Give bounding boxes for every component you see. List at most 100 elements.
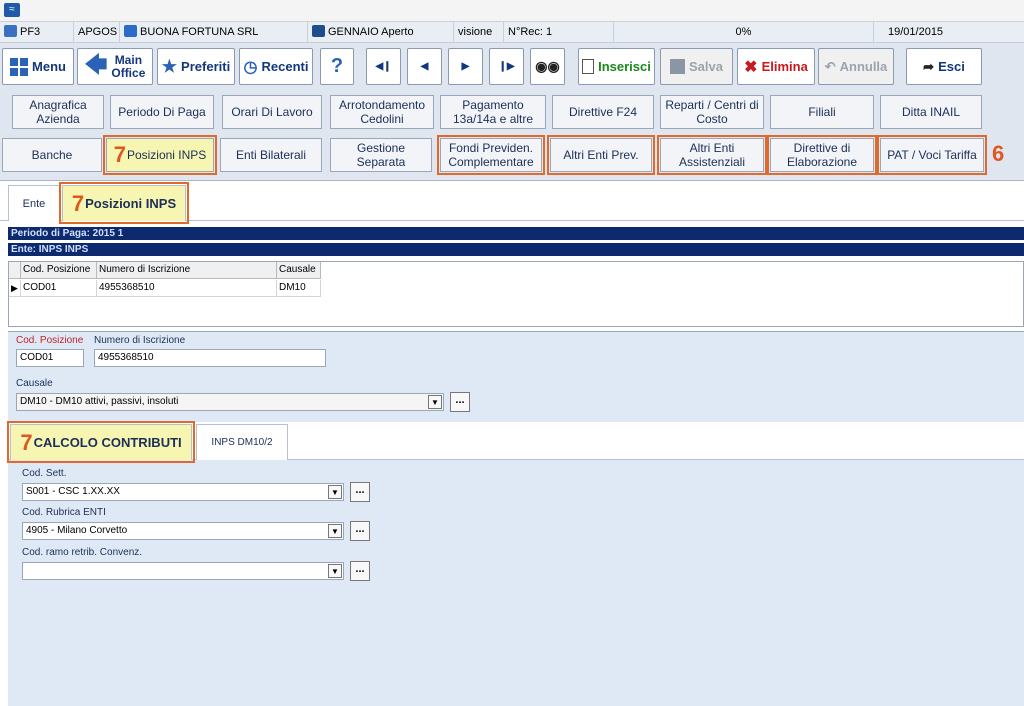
recenti-button[interactable]: ◷ Recenti: [239, 48, 313, 85]
next-record-button[interactable]: ▶: [448, 48, 483, 85]
home-icon: [124, 25, 137, 37]
last-record-button[interactable]: ❙▶: [489, 48, 524, 85]
ramo-lookup-button[interactable]: ...: [350, 561, 370, 581]
status-nrec: N°Rec: 1: [504, 22, 614, 43]
rubrica-select[interactable]: 4905 - Milano Corvetto ▼: [22, 522, 344, 540]
status-user: PF3: [0, 22, 74, 43]
prev-record-button[interactable]: ◀: [407, 48, 442, 85]
main-toolbar: Menu 🡄 Main Office ★ Preferiti ◷ Recenti …: [0, 43, 1024, 93]
direttive-f24-button[interactable]: Direttive F24: [552, 95, 654, 129]
cod-posizione-input[interactable]: COD01: [16, 349, 84, 367]
numero-iscrizione-input[interactable]: 4955368510: [94, 349, 326, 367]
cod-posizione-label: Cod. Posizione: [16, 335, 84, 346]
causale-lookup-button[interactable]: ...: [450, 392, 470, 412]
causale-select[interactable]: DM10 - DM10 attivi, passivi, insoluti ▼: [16, 393, 444, 411]
ramo-label: Cod. ramo retrib. Convenz.: [22, 547, 143, 558]
back-arrow-icon: 🡄: [84, 51, 108, 77]
binoculars-icon: ◉◉: [535, 58, 560, 74]
tab-ente[interactable]: Ente: [8, 185, 60, 221]
anagrafica-azienda-button[interactable]: Anagrafica Azienda: [12, 95, 104, 129]
causale-label: Causale: [16, 378, 53, 389]
posizioni-inps-button[interactable]: 7 Posizioni INPS: [103, 135, 217, 175]
floppy-disk-icon: [670, 59, 685, 74]
ente-bar: Ente: INPS INPS: [8, 243, 1024, 256]
chevron-down-icon: ▼: [328, 564, 342, 578]
first-record-button[interactable]: ◀❙: [366, 48, 401, 85]
first-icon: ◀❙: [375, 61, 392, 72]
tab-strip: Ente 7 Posizioni INPS: [0, 181, 1024, 224]
numero-iscrizione-label: Numero di Iscrizione: [94, 335, 186, 346]
fondi-previden-button[interactable]: Fondi Previden. Complementare: [437, 135, 545, 175]
tab-posizioni-inps[interactable]: 7 Posizioni INPS: [59, 182, 189, 224]
status-progress: 0%: [614, 22, 874, 43]
new-document-icon: [582, 59, 595, 74]
table-row-cell-cod[interactable]: COD01: [21, 280, 97, 297]
cod-sett-select[interactable]: S001 - CSC 1.XX.XX ▼: [22, 483, 344, 501]
annotation-six: 6: [992, 141, 1005, 166]
status-period: GENNAIO Aperto: [308, 22, 454, 43]
grid-header-numero: Numero di Iscrizione: [97, 262, 277, 279]
window-titlebar: ≈: [0, 0, 1024, 22]
reparti-button[interactable]: Reparti / Centri di Costo: [660, 95, 764, 129]
arrotondamento-button[interactable]: Arrotondamento Cedolini: [330, 95, 434, 129]
inserisci-button[interactable]: Inserisci: [578, 48, 655, 85]
main-office-button[interactable]: 🡄 Main Office: [77, 48, 153, 85]
altri-enti-prev-button[interactable]: Altri Enti Prev.: [547, 135, 655, 175]
delete-x-icon: ✖: [744, 58, 758, 76]
status-bar: PF3 APGOS BUONA FORTUNA SRL GENNAIO Aper…: [0, 22, 1024, 43]
rubrica-label: Cod. Rubrica ENTI: [22, 507, 106, 518]
status-company-code: APGOS: [74, 22, 120, 43]
rubrica-lookup-button[interactable]: ...: [350, 521, 370, 541]
annulla-button[interactable]: ↶ Annulla: [818, 48, 894, 85]
exit-door-icon: ➦: [923, 58, 935, 74]
grid-header-causale: Causale: [277, 262, 321, 279]
periodo-bar: Periodo di Paga: 2015 1: [8, 227, 1024, 240]
enti-bilaterali-button[interactable]: Enti Bilaterali: [220, 138, 322, 172]
anagrafica-button-row: Anagrafica Azienda Periodo Di Paga Orari…: [0, 93, 1024, 133]
gestione-separata-button[interactable]: Gestione Separata: [330, 138, 432, 172]
filiali-button[interactable]: Filiali: [770, 95, 874, 129]
grid-row-indicator-header: [9, 262, 21, 279]
banche-button[interactable]: Banche: [2, 138, 102, 172]
menu-button[interactable]: Menu: [2, 48, 74, 85]
tab-calcolo-contributi[interactable]: 7 CALCOLO CONTRIBUTI: [7, 421, 195, 463]
prev-icon: ◀: [420, 61, 429, 72]
grid-header-cod: Cod. Posizione: [21, 262, 97, 279]
salva-button[interactable]: Salva: [660, 48, 733, 85]
search-button[interactable]: ◉◉: [530, 48, 565, 85]
orari-lavoro-button[interactable]: Orari Di Lavoro: [222, 95, 322, 129]
main-panel: Ente 7 Posizioni INPS Periodo di Paga: 20…: [0, 180, 1024, 706]
clock-icon: ◷: [243, 58, 258, 76]
help-button[interactable]: ?: [320, 48, 354, 85]
last-icon: ❙▶: [498, 61, 515, 72]
pagamento-button[interactable]: Pagamento 13a/14a e altre: [440, 95, 546, 129]
cod-sett-lookup-button[interactable]: ...: [350, 482, 370, 502]
detail-form: Cod. Posizione Numero di Iscrizione COD0…: [7, 331, 1024, 706]
periodo-paga-button[interactable]: Periodo Di Paga: [110, 95, 214, 129]
lock-icon: [312, 25, 325, 37]
undo-icon: ↶: [824, 58, 836, 74]
chevron-down-icon: ▼: [328, 524, 342, 538]
enti-button-row: Banche 7 Posizioni INPS Enti Bilaterali G…: [0, 133, 1024, 179]
table-row-cell-numero[interactable]: 4955368510: [97, 280, 277, 297]
esci-button[interactable]: ➦ Esci: [906, 48, 982, 85]
elimina-button[interactable]: ✖ Elimina: [737, 48, 815, 85]
pat-voci-tariffa-button[interactable]: PAT / Voci Tariffa: [877, 135, 987, 175]
star-icon: ★: [161, 56, 178, 76]
preferiti-button[interactable]: ★ Preferiti: [157, 48, 235, 85]
ramo-select[interactable]: ▼: [22, 562, 344, 580]
sub-tab-strip: 7 CALCOLO CONTRIBUTI INPS DM10/2: [7, 421, 1024, 463]
altri-enti-assistenziali-button[interactable]: Altri Enti Assistenziali: [657, 135, 767, 175]
status-company-name: BUONA FORTUNA SRL: [120, 22, 308, 43]
posizioni-grid[interactable]: Cod. Posizione Numero di Iscrizione Caus…: [8, 261, 1024, 327]
chevron-down-icon: ▼: [328, 485, 342, 499]
grid-icon: [10, 57, 29, 76]
cod-sett-label: Cod. Sett.: [22, 468, 67, 479]
ditta-inail-button[interactable]: Ditta INAIL: [880, 95, 982, 129]
app-logo-icon: ≈: [4, 3, 20, 17]
tab-inps-dm10-2[interactable]: INPS DM10/2: [196, 424, 288, 460]
next-icon: ▶: [461, 61, 470, 72]
table-row-cell-causale[interactable]: DM10: [277, 280, 321, 297]
row-selector-icon: ▶: [9, 280, 21, 297]
direttive-elaborazione-button[interactable]: Direttive di Elaborazione: [767, 135, 877, 175]
